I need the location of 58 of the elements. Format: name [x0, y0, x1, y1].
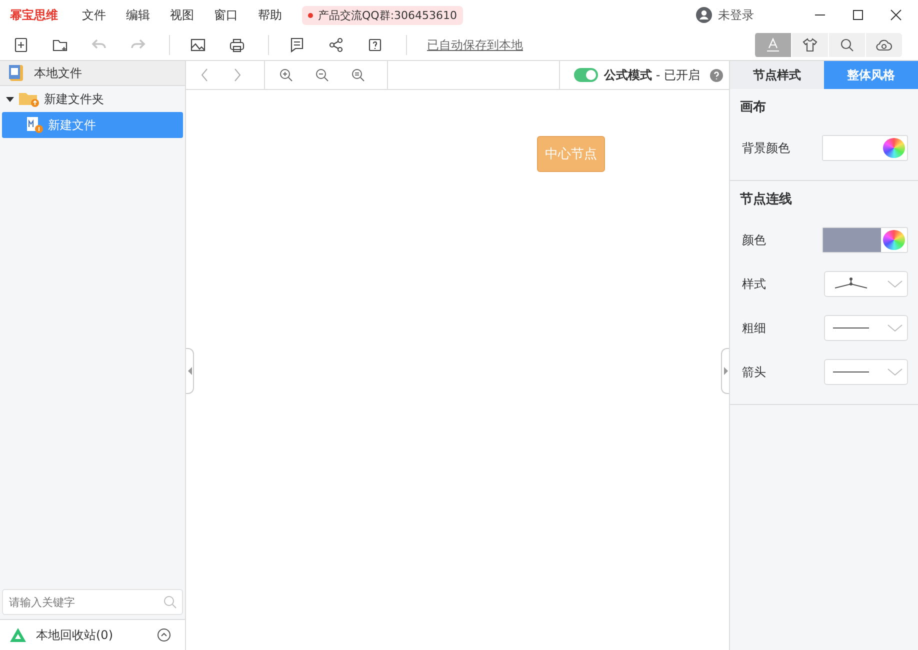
new-file-icon[interactable]	[13, 37, 29, 53]
close-icon[interactable]	[890, 9, 902, 21]
color-wheel-button[interactable]	[883, 230, 905, 250]
app-title: 幂宝思维	[10, 6, 58, 24]
menu-item[interactable]: 文件	[82, 6, 106, 24]
share-icon[interactable]	[328, 37, 344, 53]
color-swatch[interactable]	[823, 228, 881, 252]
menu-item[interactable]: 帮助	[258, 6, 282, 24]
menu-item[interactable]: 视图	[170, 6, 194, 24]
line-style-dropdown[interactable]	[824, 271, 908, 297]
text-format-icon	[765, 37, 781, 53]
formula-label: 公式模式	[604, 66, 652, 84]
section-title: 画布	[740, 99, 767, 117]
comment-icon[interactable]	[289, 37, 305, 53]
formula-toggle[interactable]	[574, 68, 598, 82]
zoom-in-icon[interactable]	[279, 68, 293, 82]
zoom-out-icon[interactable]	[315, 68, 329, 82]
formula-status: - 已开启	[656, 66, 700, 84]
file-book-icon	[8, 64, 26, 82]
login-status[interactable]: 未登录	[718, 6, 754, 24]
collapse-up-icon[interactable]	[157, 628, 171, 642]
user-avatar-icon[interactable]	[696, 7, 712, 23]
line-preview-icon	[833, 326, 869, 330]
color-wheel-button[interactable]	[883, 138, 905, 158]
new-folder-icon[interactable]	[52, 37, 68, 53]
print-icon[interactable]	[229, 37, 245, 53]
help-icon[interactable]	[367, 37, 383, 53]
image-icon[interactable]	[190, 37, 206, 53]
menu-item[interactable]: 窗口	[214, 6, 238, 24]
cloud-icon	[876, 37, 892, 53]
notice-badge[interactable]: 产品交流QQ群:306453610	[302, 6, 464, 24]
maximize-icon[interactable]	[852, 9, 864, 21]
zoom-fit-icon[interactable]	[351, 68, 365, 82]
line-preview-icon	[833, 370, 869, 374]
search-field[interactable]: 请输入关键字	[2, 589, 183, 615]
property-label: 颜色	[742, 232, 766, 248]
property-label: 背景颜色	[742, 140, 790, 156]
chevron-down-icon	[887, 324, 903, 332]
chevron-down-icon	[887, 280, 903, 288]
property-label: 粗细	[742, 320, 766, 336]
folder-item[interactable]: 新建文件夹	[0, 86, 185, 112]
section-title: 节点连线	[740, 191, 793, 209]
folder-icon	[18, 90, 40, 108]
panel-tab[interactable]: 节点样式	[730, 61, 824, 89]
chevron-down-icon	[887, 368, 903, 376]
recycle-icon	[10, 628, 26, 642]
property-label: 箭头	[742, 364, 766, 380]
caret-icon[interactable]	[6, 95, 14, 103]
mindmap-file-icon	[26, 116, 44, 134]
property-label: 样式	[742, 276, 766, 292]
menu-item[interactable]: 编辑	[126, 6, 150, 24]
sidebar-title: 本地文件	[34, 64, 82, 82]
tree-line-style-icon	[833, 277, 869, 291]
collapse-left-handle[interactable]	[186, 348, 194, 394]
search-icon	[839, 37, 855, 53]
collapse-right-handle[interactable]	[721, 348, 729, 394]
shirt-icon	[802, 37, 818, 53]
autosave-link[interactable]: 已自动保存到本地	[427, 36, 523, 54]
